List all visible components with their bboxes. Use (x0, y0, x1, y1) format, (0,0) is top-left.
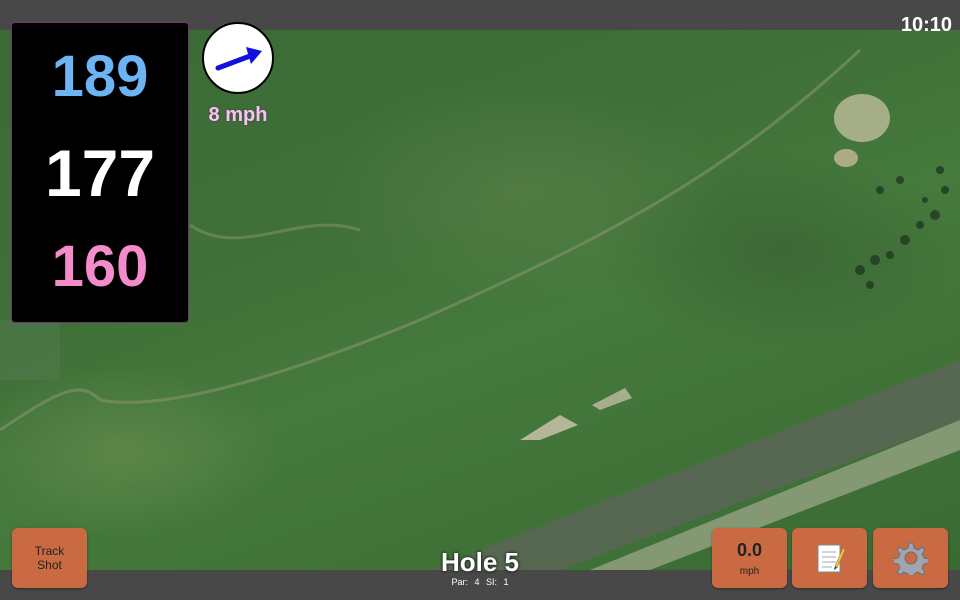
front-yardage: 160 (51, 234, 149, 299)
track-shot-label: Track Shot (34, 544, 65, 572)
wind-indicator (202, 22, 274, 94)
speed-button[interactable]: 0.0 mph (712, 528, 787, 588)
notes-button[interactable] (792, 528, 867, 588)
clock: 10:10 (900, 14, 952, 36)
gear-icon (893, 542, 928, 575)
bare-patch (520, 415, 578, 440)
sand-bunker (834, 149, 858, 167)
notepad-icon (817, 544, 845, 573)
wind-speed: 8 mph (208, 104, 268, 126)
tree-cluster (855, 166, 949, 289)
track-shot-button[interactable]: Track Shot (12, 528, 87, 588)
middle-yardage: 177 (44, 136, 156, 210)
settings-button[interactable] (873, 528, 948, 588)
hole-subtitle: Par: 4 SI: 1 (451, 577, 509, 587)
speed-unit: mph (739, 565, 760, 577)
putting-green (834, 94, 890, 142)
speed-value: 0.0 (736, 539, 763, 560)
cart-path-2 (189, 223, 361, 240)
bare-patch-2 (592, 388, 632, 410)
back-yardage: 189 (51, 44, 149, 109)
yardage-panel: 189 177 160 (11, 22, 189, 323)
arrow-icon (215, 47, 262, 71)
pond-area (0, 320, 60, 380)
hole-title: Hole 5 (440, 547, 520, 577)
